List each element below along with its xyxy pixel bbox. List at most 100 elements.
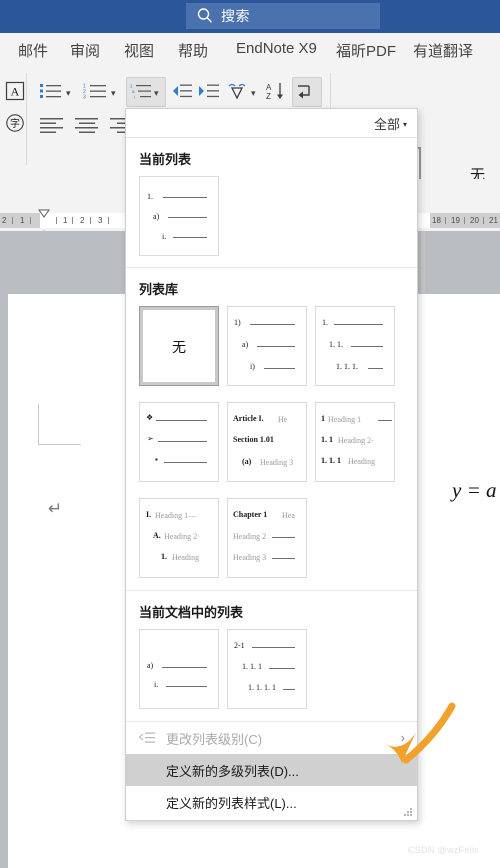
- menu-item-define-new-list-style[interactable]: 定义新的列表样式(L)...: [126, 786, 417, 818]
- level-tail: Heading 2-: [338, 436, 374, 445]
- chevron-down-icon[interactable]: ▾: [66, 89, 71, 98]
- level-label: 1. 1. 1.: [336, 362, 358, 371]
- filter-all-label: 全部: [373, 117, 400, 132]
- ruler-tick: 21: [489, 216, 498, 225]
- filter-all-dropdown[interactable]: 全部 ▾: [374, 114, 407, 133]
- tab-view[interactable]: 视图: [124, 40, 154, 61]
- menu-item-define-new-multilevel-list[interactable]: 定义新的多级列表(D)...: [126, 754, 417, 786]
- chevron-down-icon[interactable]: ▾: [111, 89, 116, 98]
- list-library-item-article-section[interactable]: Article I. He Section 1.01 (a) Heading 3: [227, 402, 307, 482]
- level-tail: Heading 1—: [155, 511, 197, 520]
- level-label: 1. 1: [321, 435, 333, 444]
- paragraph-mark: ↵: [48, 499, 63, 519]
- level-label: 1. 1. 1. 1: [248, 683, 276, 692]
- level-label: Chapter 1: [233, 510, 268, 519]
- tab-help[interactable]: 帮助: [178, 40, 208, 61]
- circled-zi-icon[interactable]: 字: [5, 113, 25, 133]
- title-bar: 搜索: [0, 0, 500, 33]
- tab-youdao[interactable]: 有道翻译: [413, 40, 473, 61]
- numbered-list-icon[interactable]: 1 2 3: [83, 83, 107, 99]
- pilcrow-arrow-icon[interactable]: [296, 82, 316, 100]
- tab-foxit-pdf[interactable]: 福昕PDF: [336, 40, 396, 61]
- chevron-down-icon[interactable]: ▾: [154, 89, 159, 98]
- list-library-item-paren-alpha-roman[interactable]: 1) a) i): [227, 306, 307, 386]
- svg-text:3: 3: [83, 94, 86, 99]
- panel-filter-bar: 全部 ▾: [126, 109, 417, 138]
- level-label: 1.: [322, 318, 328, 327]
- menu-item-change-list-level[interactable]: 更改列表级别(C) ›: [126, 722, 417, 754]
- list-library-item-roman-alpha-heading[interactable]: I. Heading 1— A. Heading 2· 1. Heading: [139, 498, 219, 578]
- magnifier-icon: [194, 5, 216, 27]
- first-line-indent-marker[interactable]: [38, 205, 50, 218]
- list-library-item-legal-decimal[interactable]: 1. 1. 1. 1. 1. 1.: [315, 306, 395, 386]
- level-tail: He: [278, 415, 288, 424]
- document-list-item-1[interactable]: a) i.: [139, 629, 219, 709]
- current-list-gallery: 1. a) i.: [139, 176, 417, 256]
- level-tail: Heading 1: [328, 415, 362, 424]
- ruler-tick: 19: [451, 216, 460, 225]
- multilevel-list-icon[interactable]: 1 a i: [130, 83, 152, 99]
- level-tail: Heading 2: [233, 532, 267, 541]
- current-list-thumbnail[interactable]: 1. a) i.: [139, 176, 219, 256]
- ruler-tick: 18: [432, 216, 441, 225]
- multilevel-list-dropdown: 全部 ▾ 当前列表 1. a) i. 列表库 无 1) a) i) 1. 1. …: [125, 108, 418, 821]
- none-label: 无: [172, 341, 186, 356]
- ruler-tick: 1: [20, 216, 25, 225]
- level-bullet: ▪: [155, 455, 158, 464]
- chevron-right-icon: ›: [400, 730, 405, 745]
- level-label: I.: [146, 510, 152, 519]
- tab-review[interactable]: 审阅: [70, 40, 100, 61]
- section-divider: [126, 267, 417, 268]
- level-label: 1. 1. 1: [321, 456, 341, 465]
- ruler-tick: 2: [80, 216, 85, 225]
- search-placeholder-text: 搜索: [221, 8, 250, 24]
- level-label: i): [250, 362, 255, 371]
- level-label: i.: [154, 680, 159, 689]
- section-title-current-list: 当前列表: [139, 152, 192, 167]
- list-library-item-symbol-bullets[interactable]: ❖ ➢ ▪: [139, 402, 219, 482]
- math-formula[interactable]: y = a: [452, 478, 497, 503]
- level-label: 1.: [147, 192, 153, 201]
- level-label: 1. 1.: [329, 340, 343, 349]
- list-library-item-heading-decimal[interactable]: 1 Heading 1 1. 1 Heading 2- 1. 1. 1 Head…: [315, 402, 395, 482]
- level-tail: Heading: [172, 553, 200, 562]
- align-center-icon[interactable]: [75, 117, 99, 135]
- svg-text:1: 1: [130, 84, 133, 89]
- level-tail: Hea: [282, 511, 295, 520]
- sort-az-icon[interactable]: A Z: [265, 81, 287, 101]
- letter-A-boxed-icon[interactable]: A: [5, 81, 25, 101]
- level-label: a): [242, 340, 249, 349]
- bullet-list-icon[interactable]: [40, 83, 62, 99]
- svg-text:字: 字: [10, 117, 20, 130]
- level-label: Section 1.01: [233, 435, 274, 444]
- resize-grip[interactable]: [404, 808, 412, 816]
- ruler-tick: 2: [2, 216, 7, 225]
- list-library-item-none[interactable]: 无: [139, 306, 219, 386]
- increase-indent-icon[interactable]: [198, 83, 220, 99]
- section-divider: [126, 590, 417, 591]
- level-label: 1.: [161, 552, 167, 561]
- level-label: 1: [321, 414, 325, 423]
- ruler-tick: 20: [470, 216, 479, 225]
- level-tail: Heading: [348, 457, 376, 466]
- ribbon-group-divider: [26, 73, 27, 165]
- section-title-list-library: 列表库: [139, 282, 179, 297]
- list-library-item-chapter-heading[interactable]: Chapter 1 Hea Heading 2 Heading 3: [227, 498, 307, 578]
- pinyin-guide-icon[interactable]: [227, 82, 249, 100]
- ribbon-tab-strip: 邮件 审阅 视图 帮助 EndNote X9 福昕PDF 有道翻译: [0, 33, 500, 70]
- document-list-item-2[interactable]: 2-1 1. 1. 1 1. 1. 1. 1: [227, 629, 307, 709]
- chevron-down-icon[interactable]: ▾: [251, 89, 256, 98]
- list-library-gallery: 无 1) a) i) 1. 1. 1. 1. 1. 1. ❖ ➢ ▪ Artic…: [139, 306, 417, 578]
- level-label: a): [153, 212, 160, 221]
- level-label: A.: [153, 531, 161, 540]
- level-label: a): [147, 661, 154, 670]
- align-left-icon[interactable]: [40, 117, 64, 135]
- decrease-indent-icon[interactable]: [171, 83, 193, 99]
- search-box[interactable]: 搜索: [186, 3, 380, 29]
- level-tail: Heading 2·: [164, 532, 200, 541]
- level-tail: Heading 3: [260, 458, 294, 467]
- level-bullet: ❖: [146, 413, 154, 422]
- tab-mail[interactable]: 邮件: [18, 40, 48, 61]
- tab-endnote-x9[interactable]: EndNote X9: [236, 40, 317, 57]
- menu-item-label: 定义新的多级列表(D)...: [166, 763, 299, 779]
